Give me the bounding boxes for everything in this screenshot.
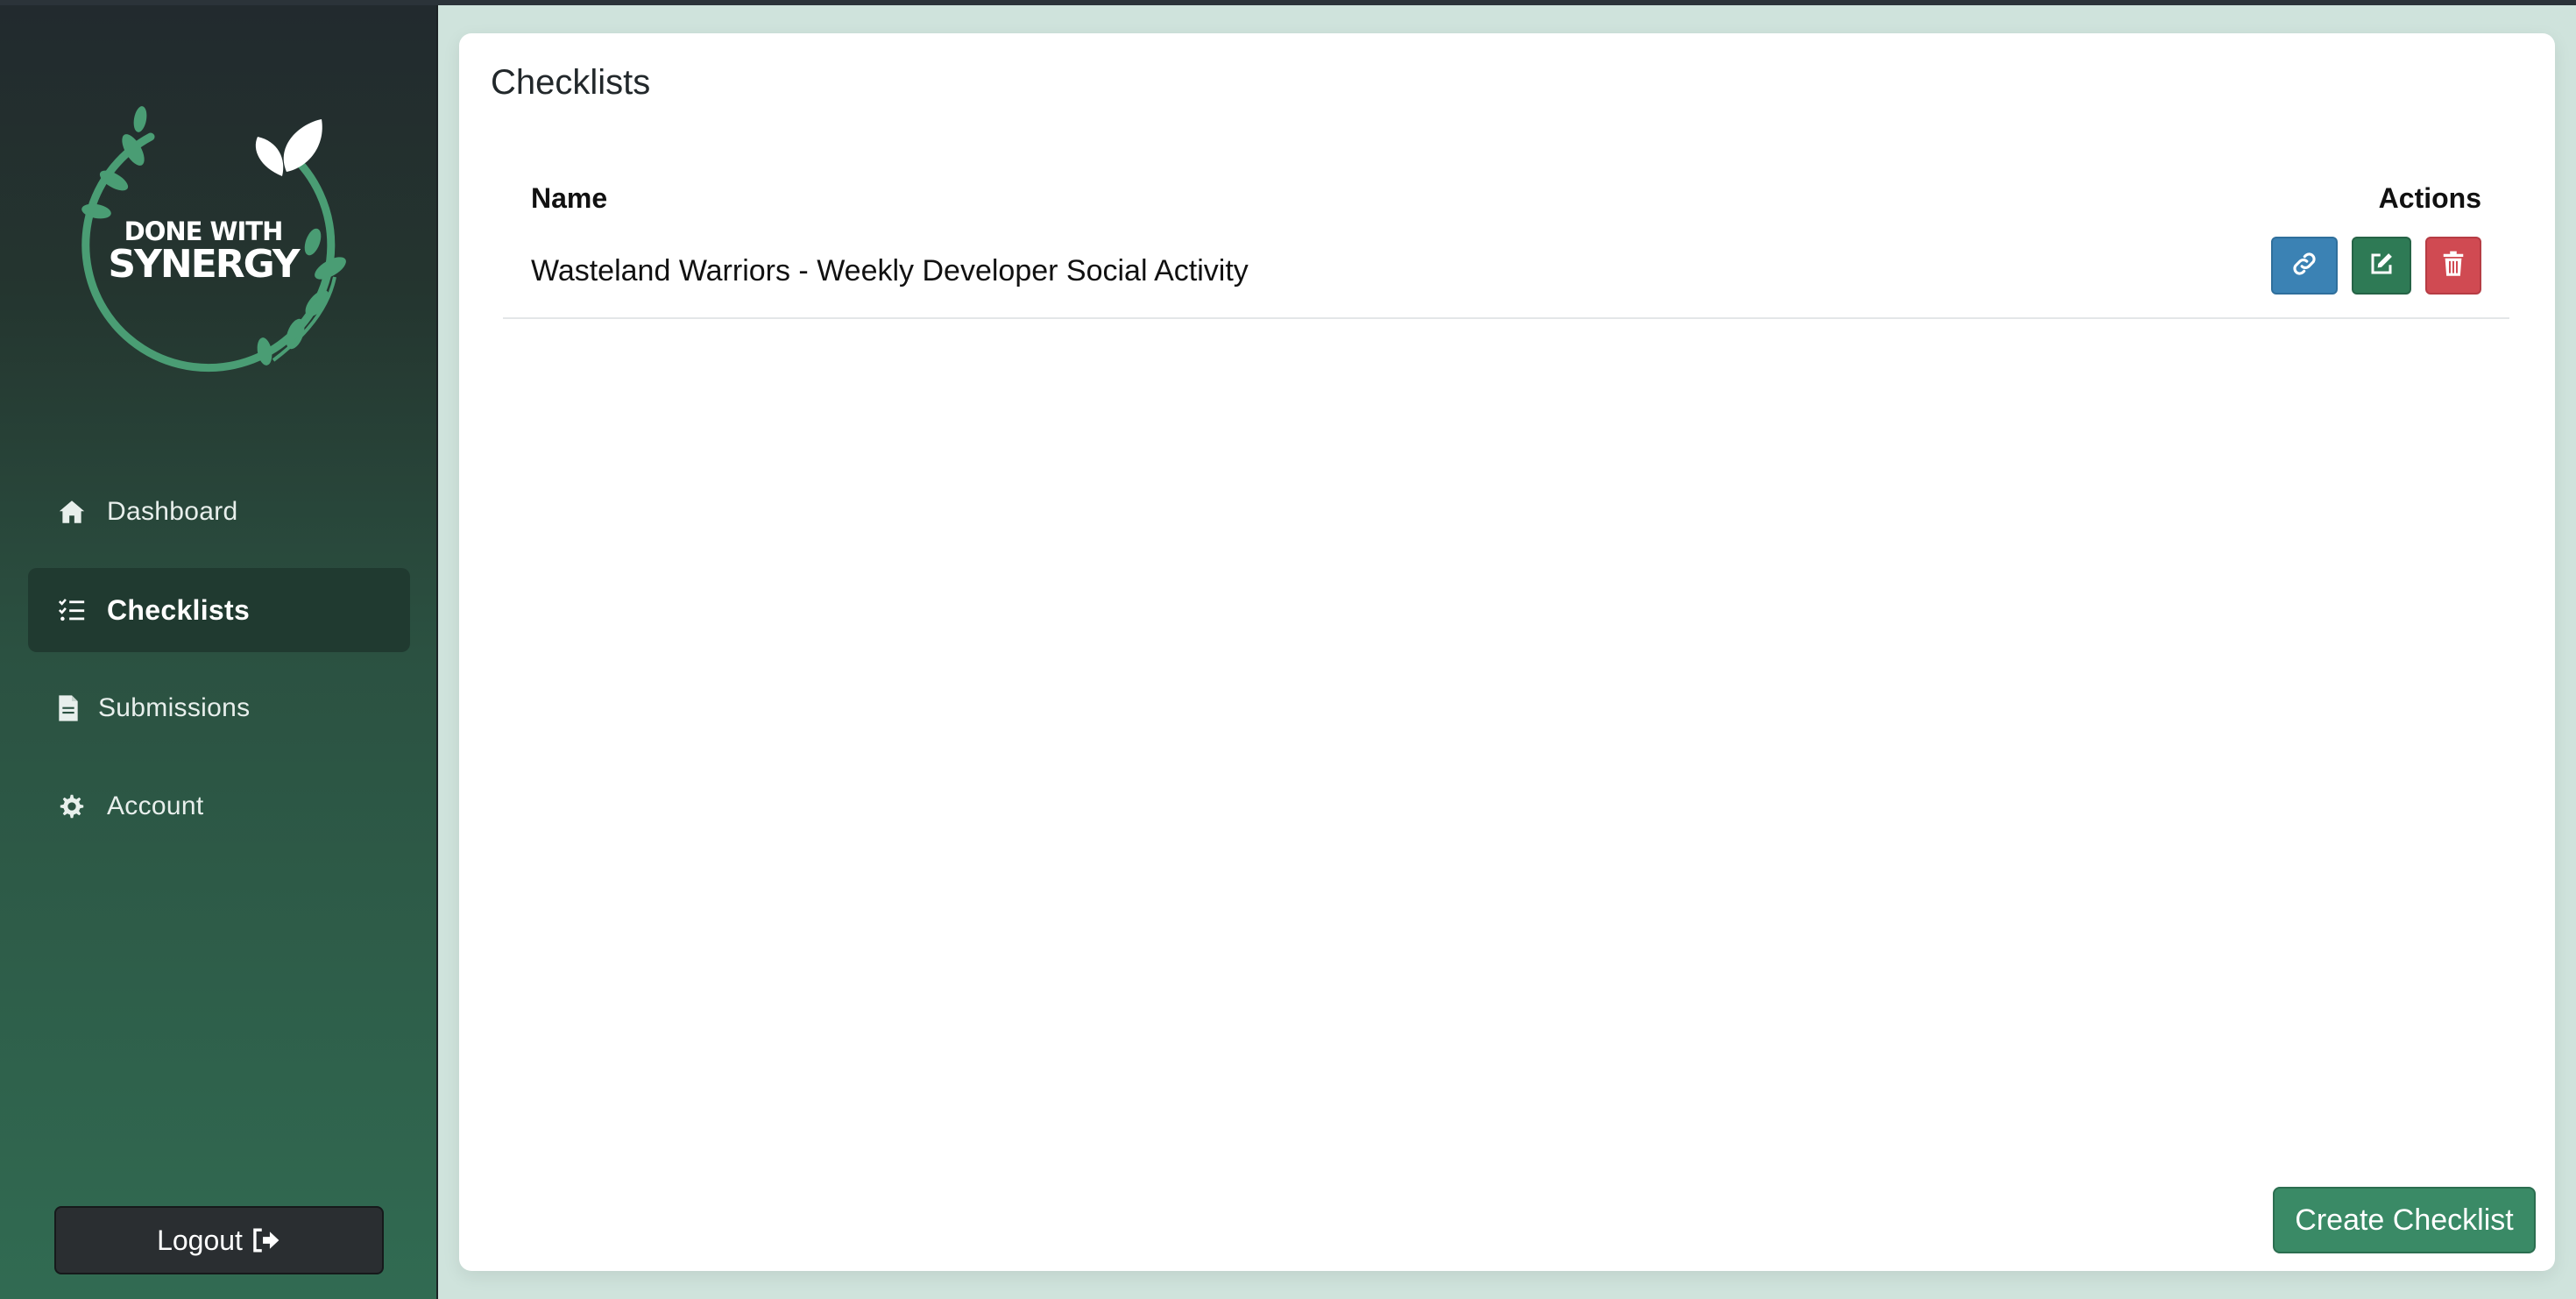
file-icon	[53, 689, 84, 728]
main-card: Checklists Name Actions Wasteland Warrio…	[459, 33, 2555, 1271]
home-icon	[53, 493, 91, 531]
table-header: Name Actions	[503, 163, 2509, 237]
edit-button[interactable]	[2352, 237, 2411, 295]
trash-icon	[2442, 251, 2465, 281]
link-icon	[2289, 249, 2319, 283]
sidebar-item-label: Checklists	[107, 593, 251, 626]
checklist-name: Wasteland Warriors - Weekly Developer So…	[531, 254, 1249, 287]
sign-out-icon	[251, 1227, 281, 1253]
sidebar-item-label: Account	[107, 791, 204, 820]
table-row: Wasteland Warriors - Weekly Developer So…	[503, 237, 2509, 319]
sidebar-item-label: Dashboard	[107, 497, 238, 526]
delete-button[interactable]	[2425, 237, 2481, 295]
share-link-button[interactable]	[2271, 237, 2338, 295]
column-header-name: Name	[531, 182, 608, 214]
sidebar-item-label: Submissions	[98, 693, 251, 722]
sidebar: DONE WITH SYNERGY Dashboard Checklists S…	[0, 5, 438, 1299]
gear-icon	[53, 787, 91, 826]
row-actions	[2271, 237, 2481, 295]
logout-button[interactable]: Logout	[54, 1206, 384, 1274]
create-checklist-button[interactable]: Create Checklist	[2273, 1187, 2536, 1253]
logout-label: Logout	[157, 1224, 243, 1256]
sidebar-item-dashboard[interactable]: Dashboard	[28, 470, 410, 554]
edit-icon	[2368, 251, 2395, 281]
app-root: DONE WITH SYNERGY Dashboard Checklists S…	[0, 0, 2576, 1299]
page-title: Checklists	[491, 63, 651, 102]
logo-line-2: SYNERGY	[108, 242, 301, 287]
sidebar-item-submissions[interactable]: Submissions	[28, 666, 410, 750]
column-header-actions: Actions	[2378, 182, 2481, 214]
sidebar-item-checklists[interactable]: Checklists	[28, 568, 410, 652]
checklists-table: Name Actions Wasteland Warriors - Weekly…	[503, 163, 2509, 319]
brand-logo-graphic: DONE WITH SYNERGY	[81, 106, 346, 373]
list-check-icon	[53, 591, 91, 629]
sidebar-item-account[interactable]: Account	[28, 764, 410, 848]
brand-logo: DONE WITH SYNERGY	[72, 102, 370, 382]
